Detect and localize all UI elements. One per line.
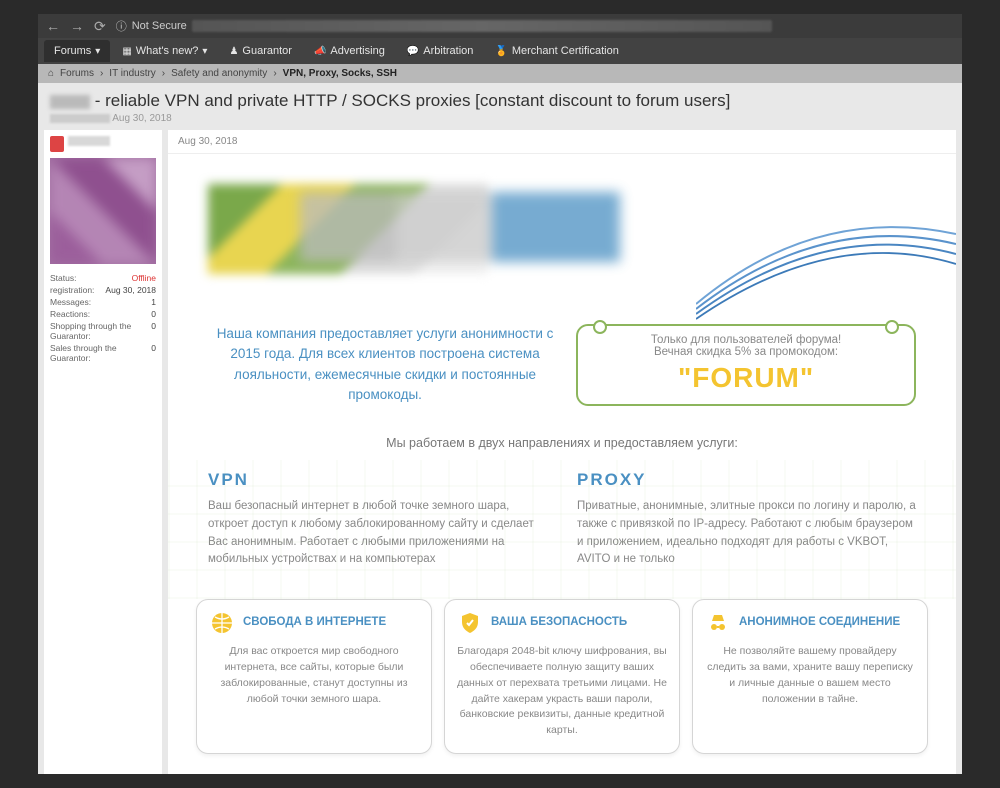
tab-forums[interactable]: Forums▾	[44, 40, 110, 62]
grid-icon: ▦	[122, 46, 131, 57]
user-sidebar: Status:Offline registration:Aug 30, 2018…	[44, 130, 162, 774]
directions-heading: Мы работаем в двух направлениях и предос…	[168, 426, 956, 460]
user-stats: Status:Offline registration:Aug 30, 2018…	[50, 272, 156, 364]
bc-industry[interactable]: IT industry	[109, 68, 156, 79]
url-redacted	[192, 20, 772, 32]
promo-code-box: Только для пользователей форума! Вечная …	[576, 324, 916, 406]
tab-advertising[interactable]: 📣Advertising	[304, 40, 395, 62]
globe-icon	[209, 610, 235, 636]
tab-arbitration[interactable]: 💬Arbitration	[397, 40, 484, 62]
forward-button[interactable]: →	[70, 18, 84, 34]
chevron-down-icon: ▾	[202, 46, 207, 57]
forum-nav: Forums▾ ▦What's new?▾ ♟Guarantor 📣Advert…	[38, 38, 962, 64]
thread-content: - reliable VPN and private HTTP / SOCKS …	[38, 83, 962, 774]
feature-freedom: СВОБОДА В ИНТЕРНЕТЕ Для вас откроется ми…	[196, 599, 432, 754]
promo-code: "FORUM"	[592, 362, 900, 394]
hero-banner	[168, 154, 956, 324]
thread-title: - reliable VPN and private HTTP / SOCKS …	[38, 83, 962, 113]
anonymous-icon	[705, 610, 731, 636]
comment-icon: 💬	[407, 46, 419, 57]
browser-chrome-bar: ← → ⟳ ⓘ Not Secure	[38, 14, 962, 38]
shield-icon	[457, 610, 483, 636]
avatar[interactable]	[50, 158, 156, 264]
megaphone-icon: 📣	[314, 46, 326, 57]
logo-text-redacted	[300, 192, 620, 262]
tab-guarantor[interactable]: ♟Guarantor	[219, 40, 302, 62]
title-redacted	[50, 95, 90, 109]
not-secure-icon: ⓘ	[116, 18, 127, 34]
user-badge-icon	[50, 136, 64, 152]
post-body: Aug 30, 2018 Наша компания	[168, 130, 956, 774]
promo-description: Наша компания предоставляет услуги анони…	[208, 324, 562, 406]
tab-merchant[interactable]: 🏅Merchant Certification	[485, 40, 628, 62]
feature-security: ВАША БЕЗОПАСНОСТЬ Благодаря 2048-bit клю…	[444, 599, 680, 754]
breadcrumb: ⌂ Forums› IT industry› Safety and anonym…	[38, 64, 962, 83]
bc-safety[interactable]: Safety and anonymity	[171, 68, 267, 79]
tab-whatsnew[interactable]: ▦What's new?▾	[112, 40, 217, 62]
username-redacted[interactable]	[68, 136, 110, 146]
feature-anonymous: АНОНИМНОЕ СОЕДИНЕНИЕ Не позволяйте вашем…	[692, 599, 928, 754]
back-button[interactable]: ←	[46, 18, 60, 34]
rosette-icon: 🏅	[495, 46, 507, 57]
proxy-column: PROXY Приватные, анонимные, элитные прок…	[577, 470, 916, 569]
bc-current: VPN, Proxy, Socks, SSH	[283, 68, 397, 79]
thread-meta: Aug 30, 2018	[38, 113, 962, 130]
address-bar[interactable]: ⓘ Not Secure	[116, 18, 772, 34]
chevron-down-icon: ▾	[95, 46, 100, 57]
swoosh-graphic	[696, 194, 956, 334]
post-date: Aug 30, 2018	[168, 130, 956, 154]
reload-button[interactable]: ⟳	[94, 18, 106, 35]
not-secure-label: Not Secure	[132, 20, 187, 32]
person-icon: ♟	[229, 46, 238, 57]
status-badge: Offline	[132, 273, 156, 283]
bc-forums[interactable]: Forums	[60, 68, 94, 79]
author-redacted	[50, 114, 110, 123]
home-icon[interactable]: ⌂	[48, 68, 54, 79]
vpn-column: VPN Ваш безопасный интернет в любой точк…	[208, 470, 547, 569]
